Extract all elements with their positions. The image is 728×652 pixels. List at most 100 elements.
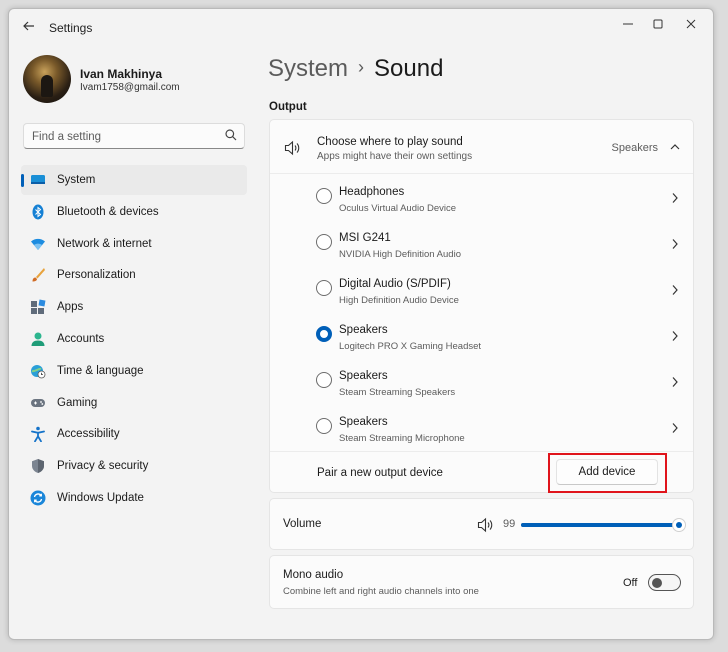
sidebar-item-privacy[interactable]: Privacy & security (21, 451, 247, 481)
mono-audio-label: Mono audio (283, 569, 344, 581)
device-name: Digital Audio (S/PDIF) (339, 278, 451, 290)
maximize-icon (653, 19, 663, 29)
gamepad-icon (31, 398, 45, 407)
search-box[interactable] (23, 123, 245, 149)
sidebar-item-label: Privacy & security (57, 460, 149, 473)
sidebar-item-label: Apps (57, 301, 84, 314)
mono-audio-toggle[interactable] (648, 574, 681, 591)
shield-icon (32, 459, 44, 474)
chevron-up-icon[interactable] (669, 142, 681, 152)
sidebar-item-label: Personalization (57, 269, 136, 282)
breadcrumb-parent[interactable]: System (268, 55, 348, 82)
volume-slider[interactable] (521, 518, 687, 532)
chevron-right-icon[interactable] (671, 422, 679, 434)
radio-button[interactable] (316, 372, 332, 388)
windows-update-icon (30, 490, 46, 506)
sidebar-item-network[interactable]: Network & internet (21, 229, 247, 259)
sidebar-item-accessibility[interactable]: Accessibility (21, 419, 247, 449)
apps-icon (31, 299, 46, 315)
sidebar-item-accounts[interactable]: Accounts (21, 324, 247, 354)
radio-button[interactable] (316, 280, 332, 296)
profile-email: Ivam1758@gmail.com (80, 82, 180, 93)
chevron-right-icon[interactable] (671, 376, 679, 388)
sidebar-item-apps[interactable]: Apps (21, 292, 247, 322)
device-description: Steam Streaming Microphone (339, 433, 465, 444)
output-header[interactable]: Choose where to play sound Apps might ha… (270, 120, 693, 174)
chevron-right-icon[interactable] (671, 284, 679, 296)
sidebar-item-label: Accessibility (57, 428, 120, 441)
output-title: Choose where to play sound (317, 136, 463, 148)
device-description: High Definition Audio Device (339, 295, 459, 306)
chevron-right-icon[interactable] (671, 192, 679, 204)
speaker-volume-icon[interactable] (477, 517, 495, 533)
device-name: MSI G241 (339, 232, 391, 244)
arrow-left-icon (23, 21, 34, 31)
radio-button-selected[interactable] (316, 326, 332, 342)
wifi-icon (31, 238, 45, 250)
radio-button[interactable] (316, 418, 332, 434)
sidebar-item-gaming[interactable]: Gaming (21, 388, 247, 418)
search-icon[interactable] (224, 128, 238, 142)
device-name: Speakers (339, 324, 388, 336)
maximize-button[interactable] (644, 15, 672, 39)
device-name: Speakers (339, 416, 388, 428)
close-button[interactable] (677, 15, 705, 39)
title-bar: Settings (9, 9, 713, 45)
sidebar-item-system[interactable]: System (21, 165, 247, 195)
sidebar-item-label: System (57, 174, 96, 186)
close-icon (686, 19, 696, 29)
sidebar-item-label: Time & language (57, 364, 144, 377)
accessibility-icon (31, 427, 45, 443)
minimize-icon (623, 23, 633, 25)
device-description: NVIDIA High Definition Audio (339, 249, 461, 260)
pair-device-label: Pair a new output device (317, 467, 443, 479)
device-row-msi-g241[interactable]: MSI G241 NVIDIA High Definition Audio (270, 221, 693, 267)
slider-thumb[interactable] (672, 518, 687, 532)
sidebar-item-label: Gaming (57, 396, 98, 409)
device-description: Steam Streaming Speakers (339, 387, 456, 398)
sidebar-item-personalization[interactable]: Personalization (21, 260, 247, 290)
search-input[interactable] (32, 128, 212, 145)
device-row-steam-microphone[interactable]: Speakers Steam Streaming Microphone (270, 405, 693, 451)
system-icon (31, 175, 45, 184)
sidebar-nav: System Bluetooth & devices Network & int… (21, 165, 247, 515)
profile-name: Ivan Makhinya (80, 67, 163, 81)
radio-button[interactable] (316, 234, 332, 250)
device-row-headphones[interactable]: Headphones Oculus Virtual Audio Device (270, 175, 693, 221)
globe-clock-icon (31, 364, 46, 379)
accounts-icon (31, 332, 45, 346)
sidebar-item-windows-update[interactable]: Windows Update (21, 483, 247, 513)
page-title: Sound (374, 55, 444, 82)
pair-device-row: Pair a new output device Add device (270, 451, 693, 494)
toggle-state-label: Off (623, 577, 638, 589)
chevron-right-icon[interactable] (671, 238, 679, 250)
chevron-right-icon[interactable] (671, 330, 679, 342)
volume-card: Volume 99 (269, 498, 694, 550)
sidebar-item-bluetooth[interactable]: Bluetooth & devices (21, 197, 247, 227)
brush-icon (32, 268, 45, 282)
sidebar-item-label: Network & internet (57, 237, 152, 250)
speaker-icon (284, 140, 300, 156)
volume-value: 99 (503, 518, 516, 530)
device-row-steam-speakers[interactable]: Speakers Steam Streaming Speakers (270, 359, 693, 405)
toggle-knob (652, 577, 662, 588)
device-row-digital-audio[interactable]: Digital Audio (S/PDIF) High Definition A… (270, 267, 693, 313)
slider-fill (521, 523, 680, 527)
sidebar-item-time-language[interactable]: Time & language (21, 356, 247, 386)
minimize-button[interactable] (614, 15, 642, 39)
device-row-speakers-logitech[interactable]: Speakers Logitech PRO X Gaming Headset (270, 313, 693, 359)
mono-audio-card: Mono audio Combine left and right audio … (269, 555, 694, 609)
device-name: Speakers (339, 370, 388, 382)
avatar[interactable] (23, 55, 71, 103)
breadcrumb: System › Sound (268, 55, 443, 83)
output-selected-device: Speakers (611, 142, 658, 154)
back-button[interactable] (19, 19, 39, 37)
radio-button[interactable] (316, 188, 332, 204)
section-title-output: Output (269, 101, 307, 113)
device-name: Headphones (339, 186, 405, 198)
sidebar-item-label: Windows Update (57, 491, 144, 504)
volume-label: Volume (283, 518, 322, 530)
add-device-button[interactable]: Add device (556, 459, 658, 485)
bluetooth-icon (32, 204, 44, 220)
output-device-card: Choose where to play sound Apps might ha… (269, 119, 694, 493)
